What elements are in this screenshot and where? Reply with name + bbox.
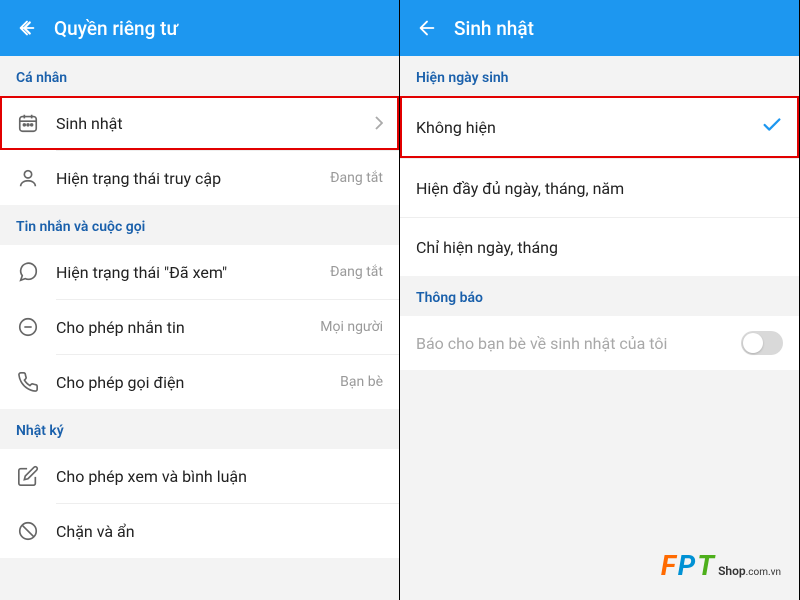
birthday-label: Sinh nhật xyxy=(56,114,359,133)
section-messages-title: Tin nhắn và cuộc gọi xyxy=(0,205,399,245)
chevron-right-icon xyxy=(375,116,383,130)
page-title: Sinh nhật xyxy=(454,17,534,40)
seen-status-label: Hiện trạng thái "Đã xem" xyxy=(56,263,314,282)
personal-list: Sinh nhật Hiện trạng thái truy cập Đang … xyxy=(0,96,399,205)
seen-status-value: Đang tắt xyxy=(330,264,383,280)
section-notification-title: Thông báo xyxy=(400,276,799,316)
section-personal-title: Cá nhân xyxy=(0,56,399,96)
allow-call-item[interactable]: Cho phép gọi điện Bạn bè xyxy=(0,355,399,409)
allow-message-label: Cho phép nhắn tin xyxy=(56,318,304,337)
option-full[interactable]: Hiện đầy đủ ngày, tháng, năm xyxy=(400,159,799,217)
notify-friends-label: Báo cho bạn bè về sinh nhật của tôi xyxy=(416,334,725,353)
birthday-item[interactable]: Sinh nhật xyxy=(0,96,399,150)
birthday-screen: Sinh nhật Hiện ngày sinh Không hiện Hiện… xyxy=(400,0,800,600)
message-icon xyxy=(16,315,40,339)
toggle-switch[interactable] xyxy=(741,331,783,355)
section-diary-title: Nhật ký xyxy=(0,409,399,449)
option-none-label: Không hiện xyxy=(416,118,761,137)
logo-p: P xyxy=(678,549,696,582)
logo-domain: .com.vn xyxy=(746,567,781,578)
privacy-screen: Quyền riêng tư Cá nhân Sinh nhật Hiện tr… xyxy=(0,0,400,600)
edit-icon xyxy=(16,464,40,488)
phone-icon xyxy=(16,370,40,394)
logo-t: T xyxy=(697,549,714,582)
logo-f: F xyxy=(661,549,676,582)
header: Sinh nhật xyxy=(400,0,799,56)
option-day-month-label: Chỉ hiện ngày, tháng xyxy=(416,238,783,257)
messages-list: Hiện trạng thái "Đã xem" Đang tắt Cho ph… xyxy=(0,245,399,409)
online-status-item[interactable]: Hiện trạng thái truy cập Đang tắt xyxy=(0,151,399,205)
block-hide-item[interactable]: Chặn và ẩn xyxy=(0,504,399,558)
notification-list: Báo cho bạn bè về sinh nhật của tôi xyxy=(400,316,799,370)
check-icon xyxy=(761,114,783,140)
allow-message-value: Mọi người xyxy=(320,319,383,335)
allow-message-item[interactable]: Cho phép nhắn tin Mọi người xyxy=(0,300,399,354)
view-comment-label: Cho phép xem và bình luận xyxy=(56,467,383,486)
option-none[interactable]: Không hiện xyxy=(400,96,799,158)
back-icon[interactable] xyxy=(16,17,38,39)
header: Quyền riêng tư xyxy=(0,0,399,56)
section-show-birthday-title: Hiện ngày sinh xyxy=(400,56,799,96)
user-icon xyxy=(16,166,40,190)
diary-list: Cho phép xem và bình luận Chặn và ẩn xyxy=(0,449,399,558)
option-full-label: Hiện đầy đủ ngày, tháng, năm xyxy=(416,179,783,198)
seen-status-item[interactable]: Hiện trạng thái "Đã xem" Đang tắt xyxy=(0,245,399,299)
birthday-options-list: Không hiện Hiện đầy đủ ngày, tháng, năm … xyxy=(400,96,799,276)
logo-shop: Shop xyxy=(718,564,746,578)
allow-call-value: Bạn bè xyxy=(340,374,383,390)
online-status-value: Đang tắt xyxy=(330,170,383,186)
watermark-logo: F P T Shop.com.vn xyxy=(661,549,781,582)
chat-bubble-icon xyxy=(16,260,40,284)
block-icon xyxy=(16,519,40,543)
page-title: Quyền riêng tư xyxy=(54,17,178,40)
allow-call-label: Cho phép gọi điện xyxy=(56,373,324,392)
online-status-label: Hiện trạng thái truy cập xyxy=(56,169,314,188)
calendar-icon xyxy=(16,111,40,135)
option-day-month[interactable]: Chỉ hiện ngày, tháng xyxy=(400,218,799,276)
back-icon[interactable] xyxy=(416,17,438,39)
block-hide-label: Chặn và ẩn xyxy=(56,522,383,541)
notify-friends-item[interactable]: Báo cho bạn bè về sinh nhật của tôi xyxy=(400,316,799,370)
view-comment-item[interactable]: Cho phép xem và bình luận xyxy=(0,449,399,503)
